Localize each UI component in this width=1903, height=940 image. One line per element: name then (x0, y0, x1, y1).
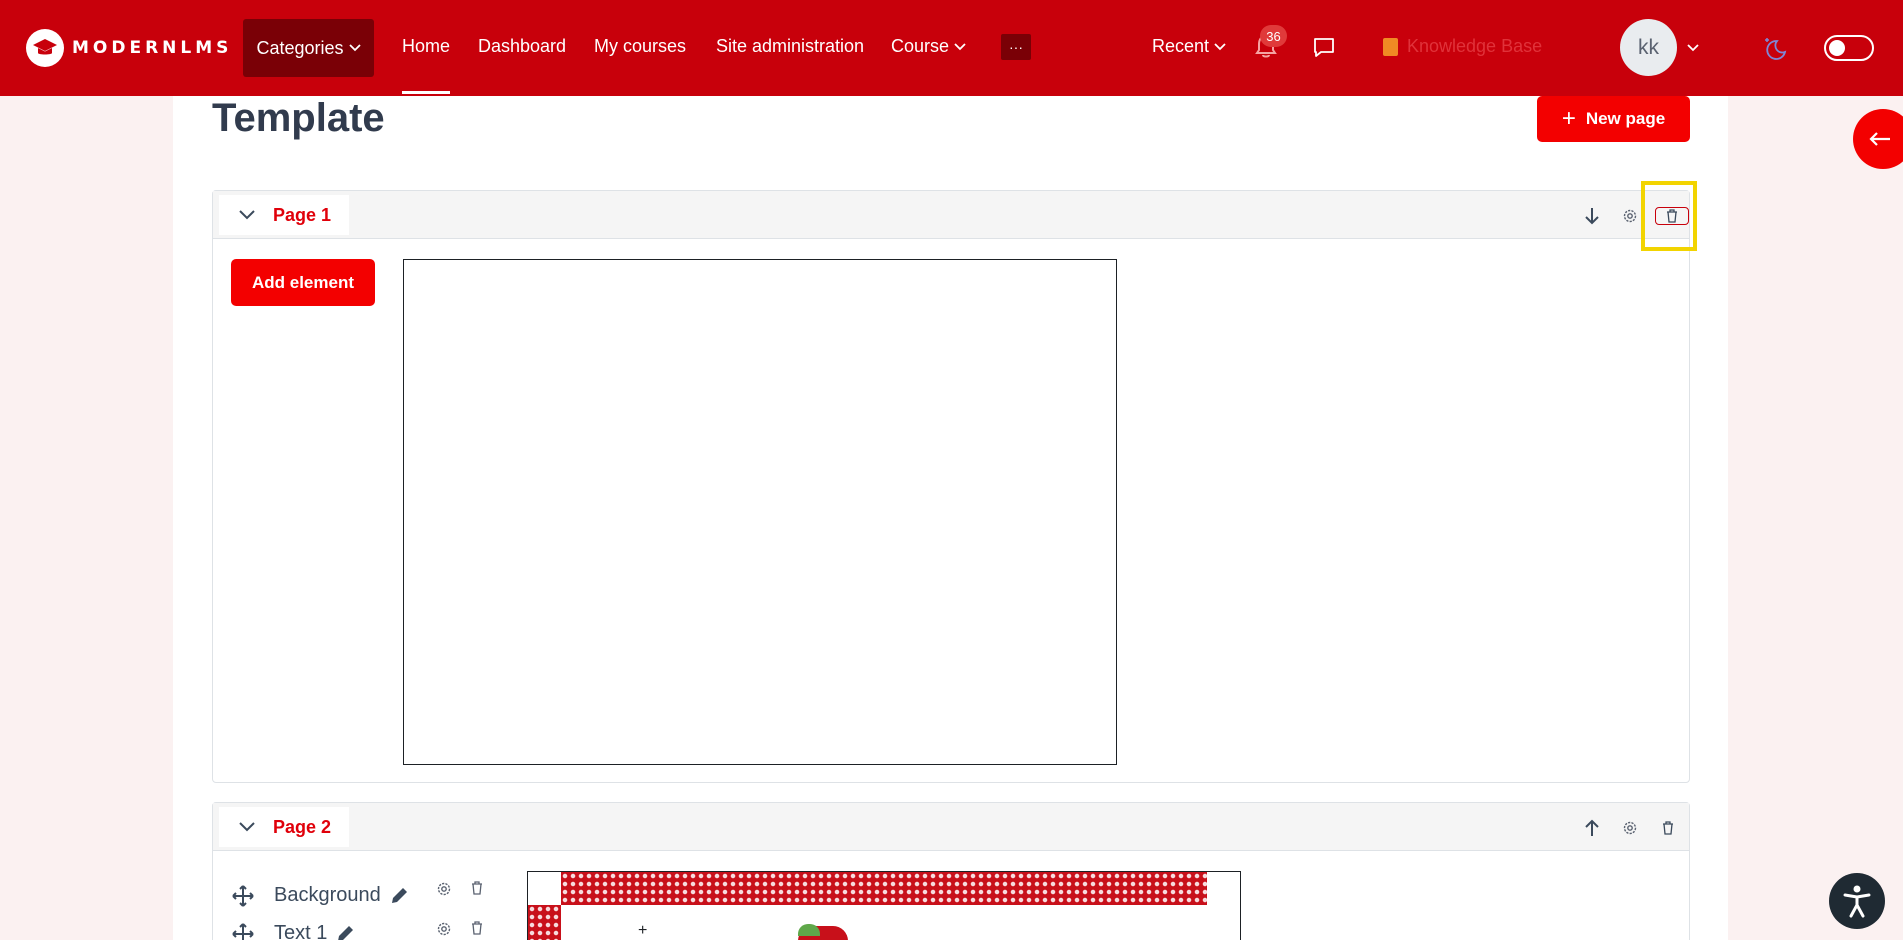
page-settings-button[interactable] (1617, 815, 1643, 841)
page-tab-2[interactable]: Page 2 (219, 807, 349, 847)
trash-icon (472, 921, 482, 935)
chat-bubble-icon (1314, 38, 1334, 57)
plus-icon: + (1561, 105, 1576, 132)
focus-highlight-box (1641, 181, 1697, 251)
knowledge-base-link[interactable]: Knowledge Base (1383, 36, 1542, 57)
recent-label: Recent (1152, 36, 1210, 56)
arrow-left-icon (1869, 132, 1890, 146)
element-delete-button[interactable] (471, 881, 483, 900)
certificate-dotted-border-left (528, 905, 561, 940)
gear-icon (437, 882, 451, 896)
element-row-background[interactable]: Background (232, 884, 409, 907)
element-label-background: Background (274, 884, 381, 906)
graduation-cap-icon (26, 29, 64, 67)
page-label-2: Page 2 (273, 816, 332, 837)
page-header-2: Page 2 (213, 803, 1689, 851)
page-tab-1[interactable]: Page 1 (219, 195, 349, 235)
accessibility-button[interactable] (1829, 873, 1885, 929)
nav-my-courses[interactable]: My courses (594, 36, 686, 57)
page-label-1: Page 1 (273, 204, 332, 225)
user-menu-chevron-icon[interactable] (1687, 44, 1699, 52)
notification-count-badge: 36 (1260, 25, 1287, 47)
add-element-button[interactable]: Add element (231, 259, 375, 306)
element-row-text-1[interactable]: Text 1 (232, 922, 355, 940)
element-settings-button[interactable] (436, 881, 452, 902)
new-page-label: New page (1585, 109, 1666, 128)
certificate-emblem-leaf (798, 924, 820, 936)
delete-page-button[interactable] (1655, 815, 1681, 841)
new-page-button[interactable]: + New page (1537, 96, 1690, 142)
chevron-down-icon (239, 822, 255, 832)
drawer-toggle-button[interactable] (1853, 109, 1903, 169)
page-2-canvas[interactable]: + (527, 871, 1241, 940)
pencil-icon[interactable] (389, 886, 409, 906)
gear-icon (437, 922, 451, 936)
arrow-down-icon (1585, 208, 1599, 225)
top-navbar: MODERNLMS Categories Home Dashboard My c… (0, 0, 1903, 96)
moon-icon (1765, 38, 1787, 60)
move-handle-icon[interactable] (232, 884, 254, 907)
logo-text: MODERNLMS (72, 38, 233, 58)
element-settings-button[interactable] (436, 921, 452, 940)
trash-icon (472, 881, 482, 895)
nav-site-administration[interactable]: Site administration (716, 36, 864, 57)
active-nav-indicator (402, 91, 450, 94)
crosshair-marker: + (638, 922, 648, 939)
arrow-up-icon (1585, 819, 1599, 836)
chevron-down-icon (239, 210, 255, 220)
book-icon (1383, 37, 1398, 56)
knowledge-base-label: Knowledge Base (1407, 36, 1543, 56)
messages-button[interactable] (1312, 36, 1336, 63)
trash-icon (1663, 821, 1673, 835)
page-header-1: Page 1 (213, 191, 1689, 239)
element-label-text-1: Text 1 (274, 922, 328, 940)
page-settings-button[interactable] (1617, 203, 1643, 229)
user-avatar[interactable]: kk (1620, 19, 1677, 76)
nav-dashboard[interactable]: Dashboard (478, 36, 566, 57)
categories-menu[interactable]: Categories (243, 19, 374, 77)
nav-home[interactable]: Home (402, 36, 450, 57)
gear-icon (1623, 821, 1637, 835)
chevron-down-icon (954, 42, 966, 50)
certificate-dotted-border-top (561, 872, 1207, 905)
more-menu-button[interactable]: ··· (1001, 34, 1031, 60)
page-1-canvas[interactable] (403, 259, 1117, 765)
element-delete-button[interactable] (471, 921, 483, 940)
site-logo[interactable]: MODERNLMS (26, 29, 232, 67)
nav-course-label: Course (891, 36, 950, 56)
page-title: Template (212, 96, 385, 140)
pencil-icon[interactable] (335, 924, 355, 940)
nav-course[interactable]: Course (891, 36, 966, 57)
accessibility-icon (1843, 885, 1871, 918)
chevron-down-icon (1214, 42, 1226, 50)
toggle-knob (1829, 40, 1845, 56)
gear-icon (1623, 209, 1637, 223)
move-page-up-button[interactable] (1579, 815, 1605, 841)
chevron-down-icon (348, 44, 361, 52)
theme-toggle[interactable] (1824, 35, 1874, 61)
dark-mode-button[interactable] (1762, 35, 1788, 66)
move-handle-icon[interactable] (232, 922, 254, 940)
move-page-down-button[interactable] (1579, 203, 1605, 229)
recent-menu[interactable]: Recent (1152, 36, 1226, 57)
categories-label: Categories (256, 37, 344, 58)
